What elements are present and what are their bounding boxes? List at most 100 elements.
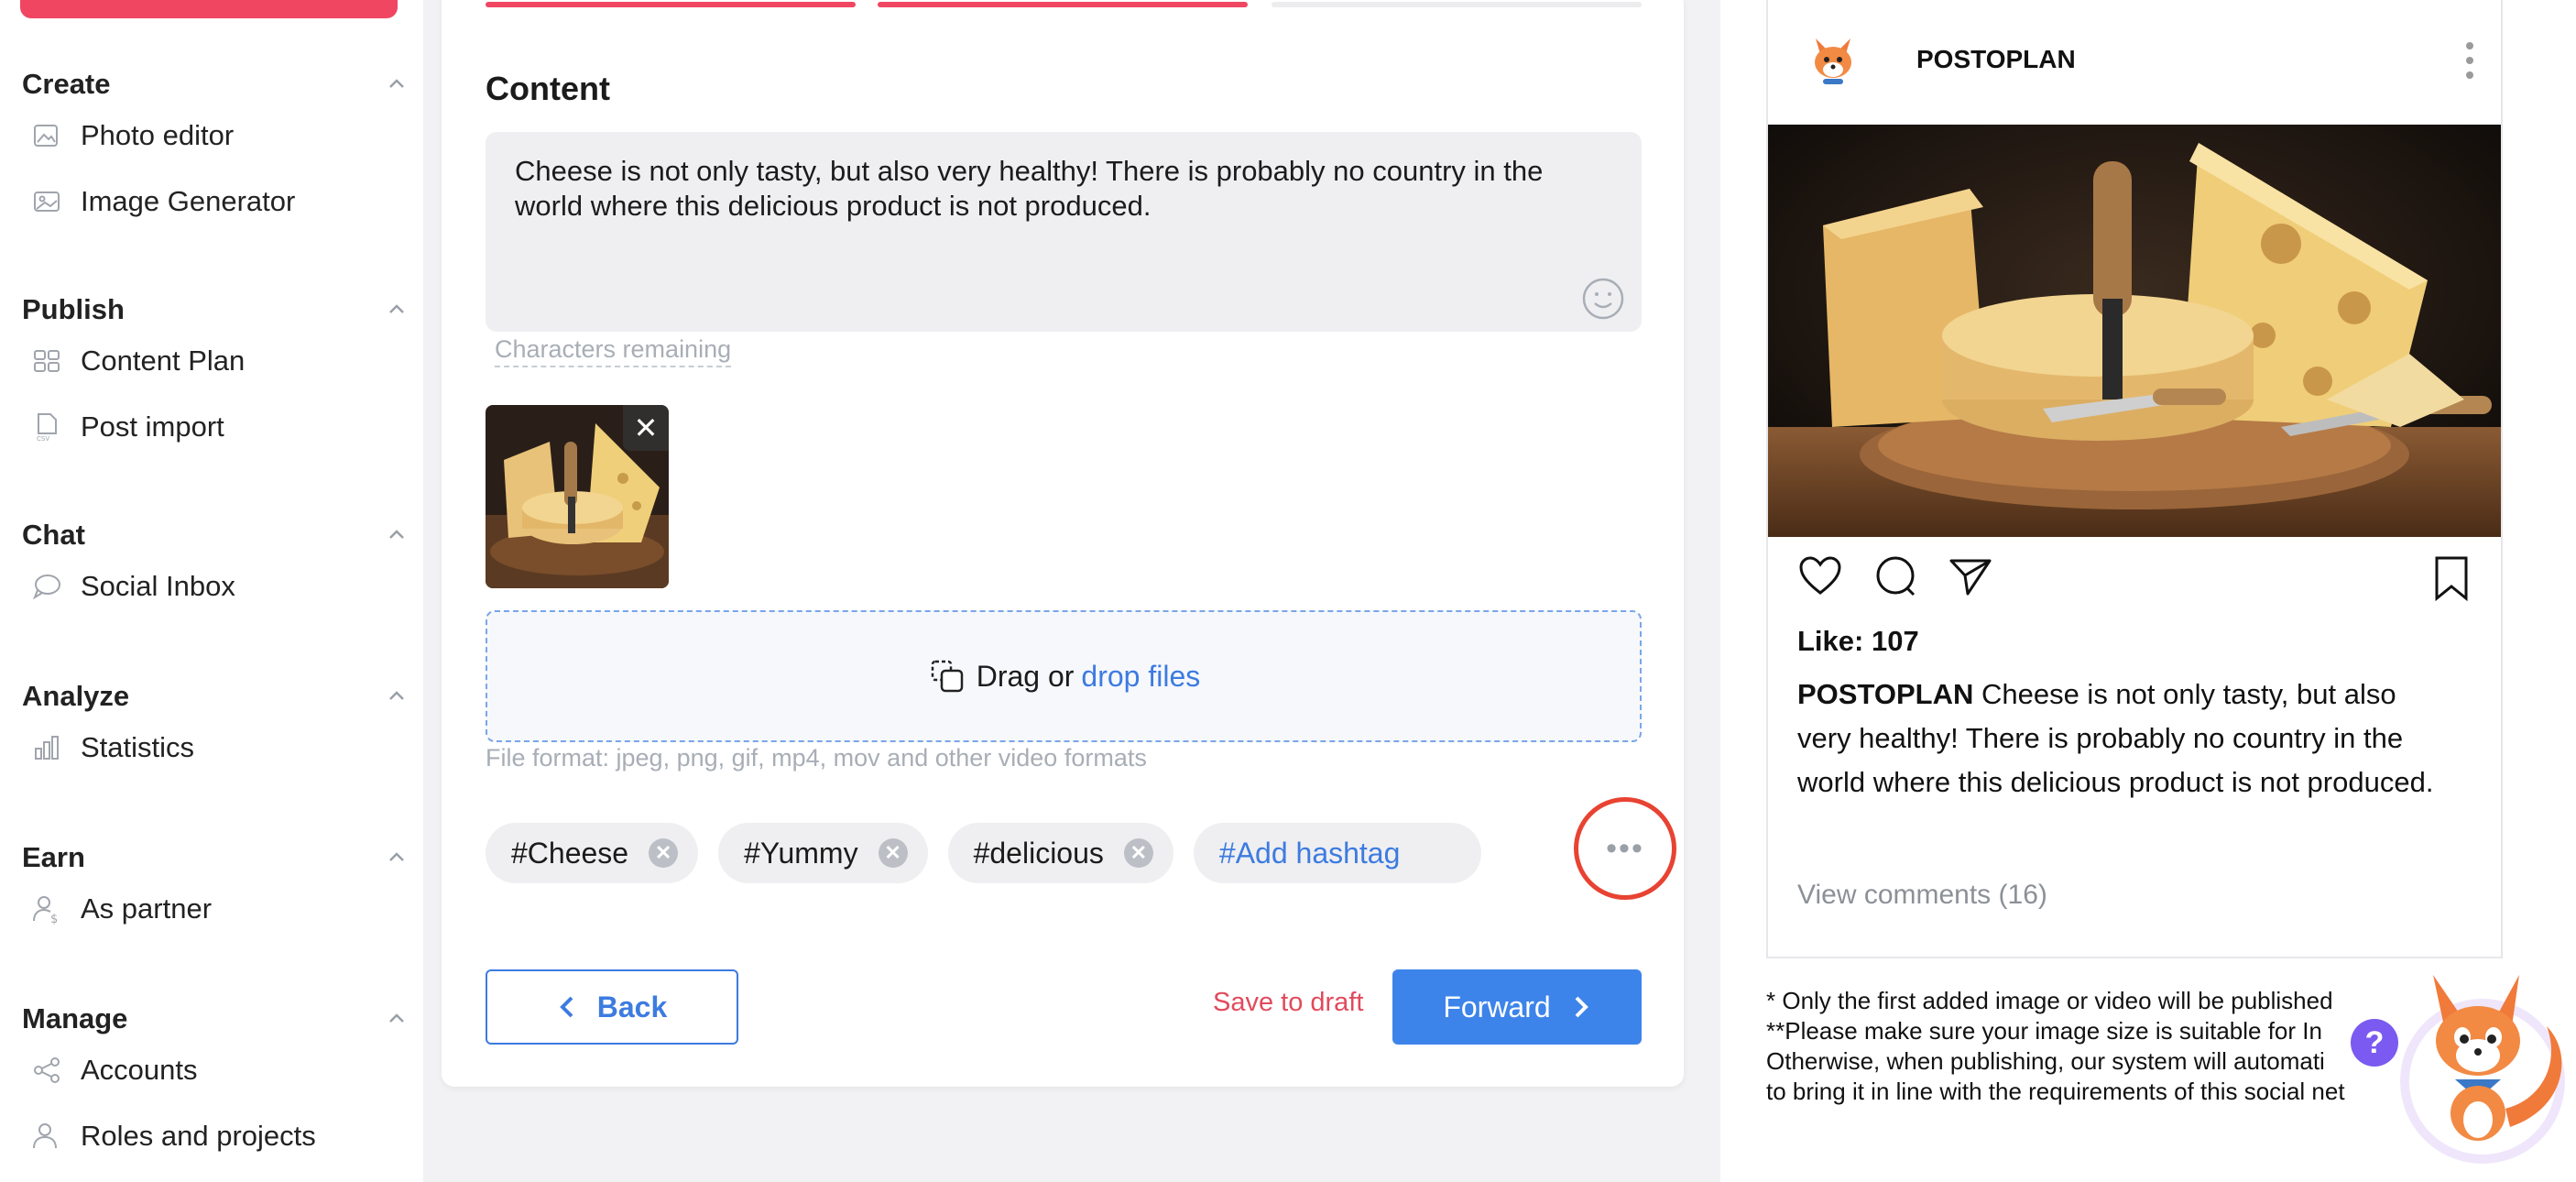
remove-hashtag-icon[interactable]: ✕ <box>1123 838 1153 868</box>
account-name: POSTOPLAN <box>1916 45 2076 73</box>
section-header[interactable]: Manage <box>22 1001 407 1037</box>
photo-editor-icon <box>34 125 58 147</box>
section-header[interactable]: Create <box>22 66 407 103</box>
post-editor-panel: Content Cheese is not only tasty, but al… <box>442 0 1684 1087</box>
chevron-up-icon <box>389 304 404 313</box>
sidebar-section-create: Create Photo editor Image Generator <box>22 66 407 235</box>
section-title: Earn <box>22 841 85 873</box>
bar-chart-icon <box>35 736 59 760</box>
kebab-menu-icon[interactable] <box>2466 42 2475 86</box>
hashtag-chip[interactable]: #Cheese ✕ <box>486 823 699 883</box>
emoji-icon[interactable] <box>1581 277 1625 321</box>
section-title: Chat <box>22 519 85 551</box>
sidebar-item-label: Roles and projects <box>81 1120 316 1152</box>
chevron-up-icon <box>389 852 404 861</box>
chat-bubble-icon <box>33 575 60 600</box>
sidebar-item-label: Social Inbox <box>81 570 235 602</box>
sidebar-item-accounts[interactable]: Accounts <box>22 1037 407 1103</box>
csv-file-icon: CSV <box>37 413 57 443</box>
sidebar-item-as-partner[interactable]: $ As partner <box>22 876 407 942</box>
step-progress-3 <box>1272 2 1642 7</box>
sidebar-item-label: Accounts <box>81 1054 198 1086</box>
sidebar-item-label: Photo editor <box>81 119 235 151</box>
step-progress-1 <box>486 2 856 7</box>
sidebar-item-roles-and-projects[interactable]: Roles and projects <box>22 1103 407 1169</box>
sidebar-item-photo-editor[interactable]: Photo editor <box>22 103 407 169</box>
sidebar-item-label: Image Generator <box>81 185 296 217</box>
partner-icon: $ <box>33 896 58 925</box>
remove-hashtag-icon[interactable]: ✕ <box>649 838 679 868</box>
svg-text:$: $ <box>50 913 58 925</box>
forward-label: Forward <box>1443 990 1551 1023</box>
avatar <box>1803 29 1863 90</box>
section-title: Publish <box>22 293 125 325</box>
comment-icon[interactable] <box>1872 553 1918 599</box>
chevron-up-icon <box>389 530 404 539</box>
bookmark-icon[interactable] <box>2431 555 2472 601</box>
section-header[interactable]: Publish <box>22 291 407 328</box>
sidebar-section-earn: Earn $ As partner <box>22 839 407 942</box>
hashtag-label: #Cheese <box>511 836 629 870</box>
instagram-preview-card: POSTOPLAN Like: 107 POSTOPLAN Cheese is … <box>1766 0 2503 958</box>
chevron-left-icon <box>559 996 573 1018</box>
sidebar-item-label: As partner <box>81 892 213 925</box>
section-title: Create <box>22 68 111 100</box>
hashtag-label: #Yummy <box>744 836 858 870</box>
sidebar-section-analyze: Analyze Statistics <box>22 678 407 781</box>
section-title: Analyze <box>22 680 130 712</box>
fox-mascot-assistant[interactable] <box>2345 953 2576 1182</box>
view-comments-link[interactable]: View comments (16) <box>1797 880 2047 911</box>
section-header[interactable]: Analyze <box>22 678 407 715</box>
sidebar-item-image-generator[interactable]: Image Generator <box>22 169 407 235</box>
sidebar: Create Photo editor Image Generator Publ… <box>0 0 423 1182</box>
add-hashtag-input[interactable]: #Add hashtag <box>1193 823 1481 883</box>
preview-header: POSTOPLAN <box>1768 0 2501 125</box>
sidebar-item-label: Content Plan <box>81 345 246 377</box>
drop-files-link[interactable]: drop files <box>1081 660 1200 694</box>
sidebar-item-label: Post import <box>81 410 224 443</box>
save-to-draft-link[interactable]: Save to draft <box>1213 988 1363 1018</box>
send-icon[interactable] <box>1948 553 1993 599</box>
remove-image-button[interactable]: ✕ <box>623 405 669 451</box>
likes-count: Like: 107 <box>1797 625 1919 657</box>
chevron-up-icon <box>389 1013 404 1023</box>
sidebar-item-content-plan[interactable]: Content Plan <box>22 328 407 394</box>
sidebar-item-statistics[interactable]: Statistics <box>22 715 407 781</box>
post-actions <box>1797 553 1993 599</box>
file-dropzone[interactable]: Drag or drop files <box>486 610 1642 742</box>
section-title: Manage <box>22 1002 128 1034</box>
back-label: Back <box>596 990 668 1023</box>
attached-image-thumbnail[interactable]: ✕ <box>486 405 669 588</box>
help-icon[interactable]: ? <box>2351 1019 2398 1067</box>
caption-username: POSTOPLAN <box>1797 678 1974 710</box>
hashtag-list: #Cheese ✕ #Yummy ✕ #delicious ✕ #Add has… <box>486 823 1481 883</box>
chevron-up-icon <box>389 79 404 88</box>
post-text-input[interactable]: Cheese is not only tasty, but also very … <box>486 132 1642 332</box>
post-image <box>1768 125 2501 537</box>
hashtag-chip[interactable]: #Yummy ✕ <box>718 823 928 883</box>
forward-button[interactable]: Forward <box>1392 969 1642 1045</box>
hashtag-chip[interactable]: #delicious ✕ <box>947 823 1173 883</box>
back-button[interactable]: Back <box>486 969 738 1045</box>
remove-hashtag-icon[interactable]: ✕ <box>878 838 908 868</box>
create-post-button[interactable] <box>20 0 398 18</box>
sidebar-section-manage: Manage Accounts Roles and projects <box>22 1001 407 1169</box>
post-caption: POSTOPLAN Cheese is not only tasty, but … <box>1797 673 2457 804</box>
sidebar-section-publish: Publish Content Plan CSV Post import <box>22 291 407 460</box>
more-options-button[interactable]: ••• <box>1574 797 1676 900</box>
section-header[interactable]: Earn <box>22 839 407 876</box>
section-header[interactable]: Chat <box>22 517 407 553</box>
dropzone-text: Drag or <box>976 659 1075 693</box>
hashtag-label: #delicious <box>973 836 1104 870</box>
heart-icon[interactable] <box>1797 553 1843 599</box>
chevron-up-icon <box>389 691 404 700</box>
sidebar-item-social-inbox[interactable]: Social Inbox <box>22 553 407 619</box>
users-icon <box>33 1123 57 1149</box>
share-icon <box>34 1057 60 1083</box>
svg-text:CSV: CSV <box>37 435 49 443</box>
characters-remaining[interactable]: Characters remaining <box>495 335 732 367</box>
add-hashtag-placeholder: #Add hashtag <box>1218 836 1401 870</box>
content-title: Content <box>486 70 610 107</box>
sidebar-item-label: Statistics <box>81 731 195 763</box>
sidebar-item-post-import[interactable]: CSV Post import <box>22 394 407 460</box>
